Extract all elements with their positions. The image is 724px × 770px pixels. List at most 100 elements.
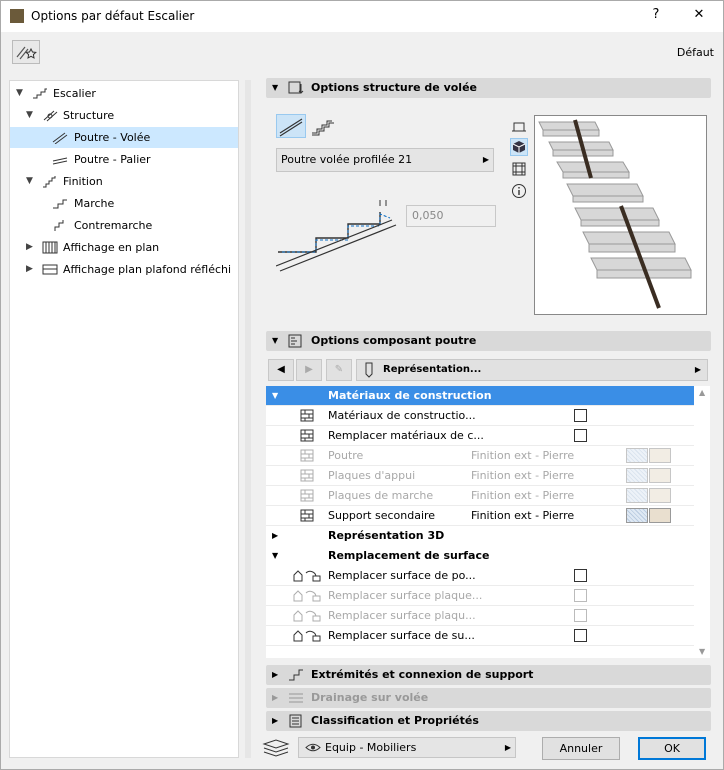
material-swatch[interactable] <box>626 508 648 523</box>
chevron-right-icon[interactable]: ▶ <box>272 526 278 546</box>
eye-icon <box>305 743 321 752</box>
building-material-icon <box>300 509 314 522</box>
table-row[interactable]: Matériaux de constructio... <box>266 406 694 426</box>
chevron-down-icon[interactable]: ▼ <box>272 386 278 406</box>
structure-icon <box>43 110 58 122</box>
group-materiaux-header[interactable]: ▼ Matériaux de construction <box>266 386 694 406</box>
section-classification-header[interactable]: ▶ Classification et Propriétés <box>266 711 711 731</box>
override-surface-checkbox[interactable] <box>574 629 587 642</box>
chevron-right-icon: ▶ <box>504 743 511 752</box>
group-representation-3d-header[interactable]: ▶ Représentation 3D <box>266 526 694 546</box>
stringer-section-diagram <box>276 200 397 272</box>
stair-preview <box>534 115 707 315</box>
section-extremites-header[interactable]: ▶ Extrémités et connexion de support <box>266 665 711 685</box>
chevron-down-icon[interactable]: ▼ <box>272 546 278 566</box>
override-surface-checkbox <box>574 609 587 622</box>
table-scrollbar[interactable]: ▲ ▼ <box>696 386 710 658</box>
chevron-right-icon[interactable]: ▶ <box>272 688 278 708</box>
chevron-right-icon: ▶ <box>694 365 701 374</box>
tree-item-affichage-plan[interactable]: ▶ Affichage en plan <box>10 237 238 258</box>
tree-item-affichage-plafond[interactable]: ▶ Affichage plan plafond réfléchi <box>10 259 238 280</box>
tree-item-finition[interactable]: ▼ Finition <box>10 171 238 192</box>
chevron-right-icon[interactable]: ▶ <box>26 237 36 258</box>
ok-button[interactable]: OK <box>638 737 706 760</box>
table-row: Remplacer surface plaqu... <box>266 606 694 626</box>
scroll-up-icon[interactable]: ▲ <box>699 388 705 397</box>
view-3d-button[interactable] <box>510 138 528 156</box>
stair-3d-image <box>538 119 692 309</box>
section-structure-header[interactable]: ▼ Options structure de volée <box>266 78 711 98</box>
group-surface-header[interactable]: ▼ Remplacement de surface <box>266 546 694 566</box>
beam-type-stepped-button[interactable] <box>308 114 338 138</box>
edit-button[interactable]: ✎ <box>326 359 352 381</box>
finish-icon <box>43 176 56 188</box>
section-composant-header[interactable]: ▼ Options composant poutre <box>266 331 711 351</box>
stringer-icon <box>52 132 68 144</box>
ceiling-plan-icon <box>42 264 58 275</box>
building-material-icon <box>300 489 314 502</box>
component-nav-bar: ◀ ▶ ✎ Représentation... ▶ <box>268 359 708 381</box>
info-icon <box>512 184 526 198</box>
tree-item-structure[interactable]: ▼ Structure <box>10 105 238 126</box>
materials-checkbox[interactable] <box>574 409 587 422</box>
thickness-field[interactable]: 0,050 <box>406 205 496 227</box>
chevron-down-icon[interactable]: ▼ <box>26 105 36 126</box>
table-row[interactable]: Support secondaire Finition ext - Pierre <box>266 506 694 526</box>
help-button[interactable]: ? <box>646 7 666 25</box>
view-section-button[interactable] <box>510 160 528 178</box>
chevron-down-icon[interactable]: ▼ <box>16 83 26 104</box>
override-materials-checkbox[interactable] <box>574 429 587 442</box>
pencil-icon <box>365 362 373 378</box>
chevron-right-icon[interactable]: ▶ <box>272 665 278 685</box>
landing-stringer-icon <box>52 157 68 165</box>
profile-dropdown[interactable]: Poutre volée profilée 21 ▶ <box>276 148 494 172</box>
app-icon <box>10 9 24 23</box>
representation-dropdown[interactable]: Représentation... ▶ <box>356 359 708 381</box>
chevron-right-icon[interactable]: ▶ <box>272 711 278 731</box>
chevron-right-icon: ▶ <box>305 364 313 375</box>
favorites-button[interactable] <box>12 40 40 64</box>
next-button[interactable]: ▶ <box>296 359 322 381</box>
profile-value: Poutre volée profilée 21 <box>281 153 413 166</box>
material-swatch <box>626 468 648 483</box>
view-2d-button[interactable] <box>510 118 528 136</box>
default-label: Défaut <box>676 46 714 59</box>
surface-override-icon <box>293 610 321 622</box>
chevron-down-icon[interactable]: ▼ <box>272 331 278 351</box>
scroll-down-icon[interactable]: ▼ <box>699 647 705 656</box>
chevron-right-icon[interactable]: ▶ <box>26 259 36 280</box>
drainage-icon <box>289 693 303 703</box>
material-swatch[interactable] <box>649 508 671 523</box>
override-surface-checkbox[interactable] <box>574 569 587 582</box>
beam-type-flat-button[interactable] <box>276 114 306 138</box>
building-material-icon <box>300 409 314 422</box>
tree-item-escalier[interactable]: ▼ Escalier <box>10 83 238 104</box>
table-row[interactable]: Remplacer matériaux de c... <box>266 426 694 446</box>
info-button[interactable] <box>510 182 528 200</box>
close-button[interactable]: ✕ <box>689 7 709 25</box>
table-row[interactable]: Remplacer surface de su... <box>266 626 694 646</box>
property-table: ▼ Matériaux de construction Matériaux de… <box>266 386 696 658</box>
chevron-right-icon: ▶ <box>482 155 489 164</box>
surface-override-icon <box>293 590 321 602</box>
layer-dropdown[interactable]: Equip - Mobiliers ▶ <box>298 737 516 758</box>
chevron-down-icon[interactable]: ▼ <box>26 171 36 192</box>
table-row[interactable]: Remplacer surface de po... <box>266 566 694 586</box>
tree-item-contremarche[interactable]: Contremarche <box>10 215 238 236</box>
tree-item-poutre-palier[interactable]: Poutre - Palier <box>10 149 238 170</box>
settings-tree[interactable]: ▼ Escalier ▼ Structure Poutre - Volée Po… <box>9 80 239 758</box>
title-bar: Options par défaut Escalier ? ✕ <box>0 0 724 32</box>
surface-override-icon <box>293 570 321 582</box>
previous-button[interactable]: ◀ <box>268 359 294 381</box>
stair-icon <box>33 88 47 99</box>
tree-item-marche[interactable]: Marche <box>10 193 238 214</box>
cancel-button[interactable]: Annuler <box>542 737 620 760</box>
chevron-down-icon[interactable]: ▼ <box>272 78 278 98</box>
material-swatch <box>649 468 671 483</box>
pane-splitter[interactable] <box>245 80 251 758</box>
chevron-left-icon: ◀ <box>277 364 285 375</box>
section-drainage-header[interactable]: ▶ Drainage sur volée <box>266 688 711 708</box>
material-swatch <box>626 488 648 503</box>
tree-item-poutre-volee[interactable]: Poutre - Volée <box>10 127 238 148</box>
table-row: Plaques d'appui Finition ext - Pierre <box>266 466 694 486</box>
